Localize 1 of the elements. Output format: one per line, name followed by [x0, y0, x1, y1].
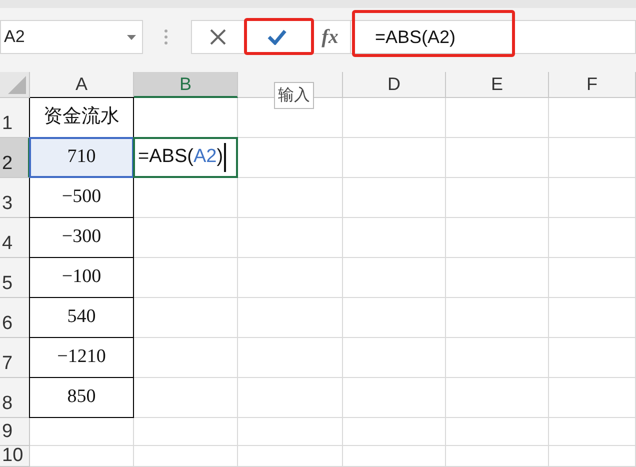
- tooltip: 输入: [274, 82, 314, 109]
